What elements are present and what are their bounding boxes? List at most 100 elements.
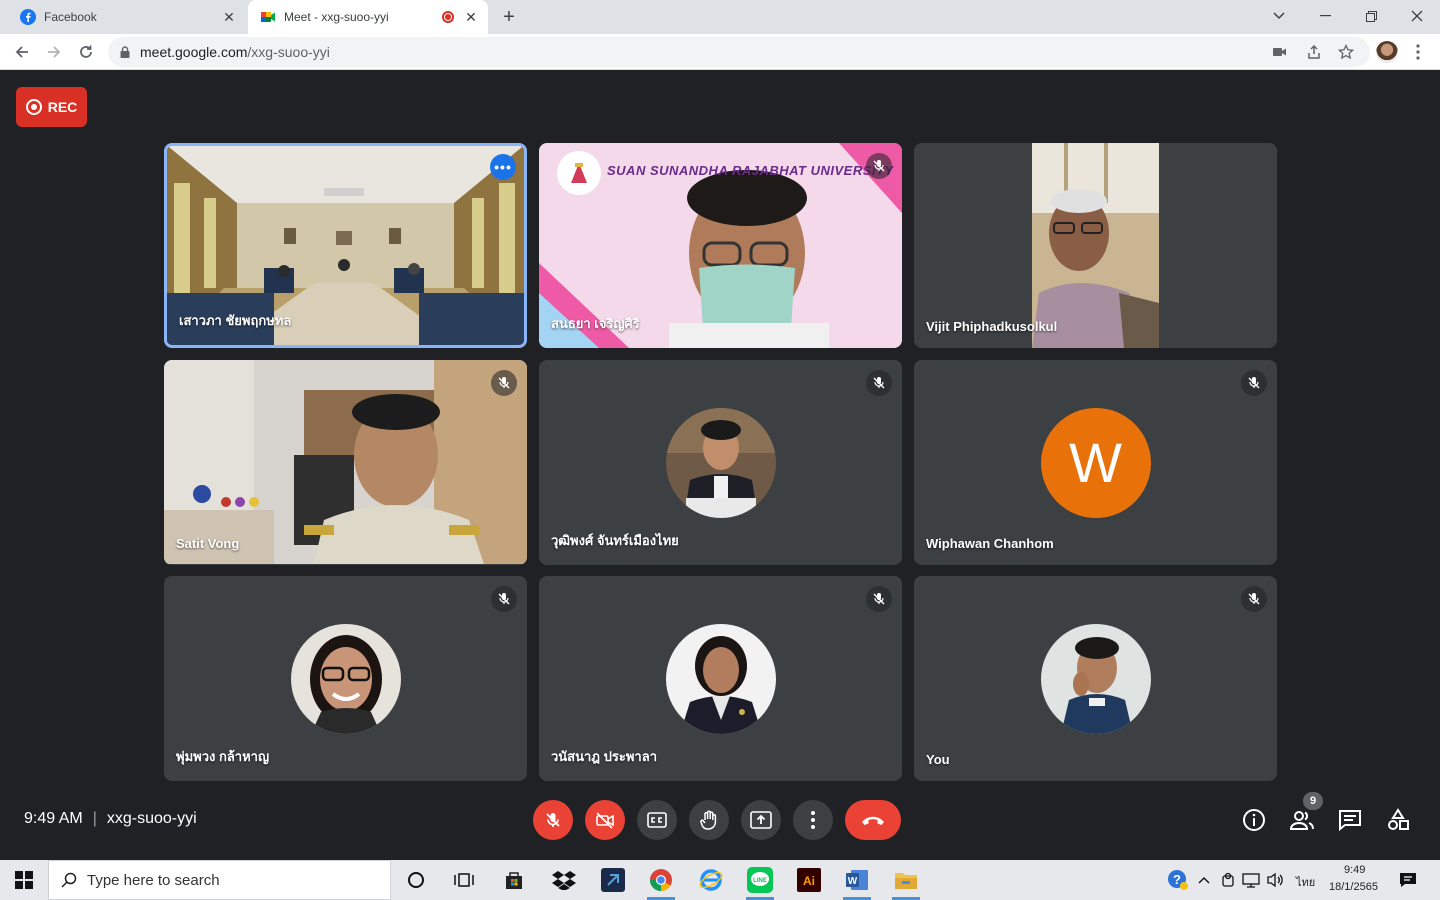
participant-tile-self[interactable]: You	[914, 576, 1277, 781]
browser-tab-strip: Facebook ✕ Meet - xxg-suoo-yyi ✕ +	[0, 0, 1440, 34]
dropbox-icon[interactable]	[548, 864, 580, 896]
new-tab-button[interactable]: +	[498, 6, 520, 28]
participant-name: Wiphawan Chanhom	[926, 536, 1054, 551]
file-explorer-icon[interactable]	[890, 864, 922, 900]
clock-date[interactable]: 18/1/2565	[1329, 881, 1378, 893]
browser-toolbar: meet.google.com/xxg-suoo-yyi	[0, 34, 1440, 70]
microphone-toggle-button[interactable]	[533, 800, 573, 840]
windows-start-button[interactable]	[8, 864, 40, 896]
raise-hand-button[interactable]	[689, 800, 729, 840]
participant-tile[interactable]: พุ่มพวง กล้าหาญ	[164, 576, 527, 781]
taskbar-search-box[interactable]: Type here to search	[48, 860, 391, 900]
participant-name: You	[926, 752, 950, 767]
participant-name: Vijit Phiphadkusolkul	[926, 319, 1058, 334]
participant-name: พุ่มพวง กล้าหาญ	[176, 749, 270, 764]
chat-button[interactable]	[1335, 805, 1365, 835]
activities-button[interactable]	[1383, 805, 1413, 835]
restore-button[interactable]	[1348, 0, 1394, 32]
participant-tile[interactable]: วนัสนาฎ ประพาลา	[539, 576, 902, 781]
more-vert-icon	[811, 811, 815, 829]
participant-tile[interactable]: Vijit Phiphadkusolkul	[914, 143, 1277, 348]
profile-avatar[interactable]	[1376, 41, 1398, 63]
search-icon	[61, 872, 77, 888]
task-view-icon[interactable]	[448, 864, 480, 896]
muted-mic-icon	[866, 153, 892, 179]
participant-avatar	[665, 623, 776, 734]
illustrator-icon[interactable]: Ai	[793, 864, 825, 896]
internet-explorer-icon[interactable]	[695, 864, 727, 896]
reload-button[interactable]	[74, 40, 98, 64]
mic-off-icon	[546, 813, 560, 827]
search-placeholder: Type here to search	[87, 871, 220, 889]
more-options-button[interactable]	[793, 800, 833, 840]
cortana-icon[interactable]	[400, 864, 432, 896]
close-window-button[interactable]	[1394, 0, 1440, 32]
address-bar[interactable]: meet.google.com/xxg-suoo-yyi	[108, 37, 1370, 67]
record-icon	[25, 99, 42, 115]
meeting-time: 9:49 AM	[24, 810, 83, 827]
share-icon[interactable]	[1306, 44, 1322, 60]
close-tab-icon[interactable]: ✕	[220, 8, 238, 26]
url-host: meet.google.com	[140, 44, 248, 60]
tab-title: Facebook	[44, 10, 97, 24]
svg-text:LINE: LINE	[753, 878, 767, 884]
participant-video	[914, 143, 1277, 348]
tab-title: Meet - xxg-suoo-yyi	[284, 10, 389, 24]
bookmark-star-icon[interactable]	[1338, 44, 1354, 60]
muted-mic-icon	[1241, 370, 1267, 396]
more-options-button[interactable]: •••	[490, 154, 516, 180]
url-text: meet.google.com/xxg-suoo-yyi	[140, 44, 330, 60]
participant-tile[interactable]: W Wiphawan Chanhom	[914, 360, 1277, 565]
participant-tile[interactable]: วุฒิพงศ์ จันทร์เมืองไทย	[539, 360, 902, 565]
tab-meet[interactable]: Meet - xxg-suoo-yyi ✕	[248, 0, 488, 34]
leave-call-button[interactable]	[845, 800, 901, 840]
rec-label: REC	[47, 99, 78, 115]
back-button[interactable]	[10, 40, 34, 64]
muted-mic-icon	[866, 370, 892, 396]
divider: |	[92, 810, 97, 827]
svg-text:Ai: Ai	[803, 874, 815, 888]
shapes-icon	[1388, 808, 1409, 830]
self-avatar	[1040, 623, 1151, 734]
end-call-icon	[862, 816, 884, 825]
people-icon	[1289, 811, 1314, 830]
svg-text:?: ?	[1173, 872, 1181, 887]
captions-button[interactable]	[637, 800, 677, 840]
input-language-indicator[interactable]: ไทย	[1296, 873, 1315, 891]
close-tab-icon[interactable]: ✕	[462, 8, 480, 26]
windows-logo-icon	[15, 871, 33, 889]
forward-button[interactable]	[42, 40, 66, 64]
participant-tile[interactable]: Satit Vong	[164, 360, 527, 565]
muted-mic-icon	[491, 586, 517, 612]
app-icon-s[interactable]	[597, 864, 629, 896]
participant-name: เสาวภา ชัยพฤกษทล	[179, 313, 292, 328]
line-app-icon[interactable]: LINE	[744, 864, 776, 900]
muted-mic-icon	[866, 586, 892, 612]
participant-tile[interactable]: SUAN SUNANDHA RAJABHAT UNIVERSITY สนธยา …	[539, 143, 902, 348]
info-icon	[1243, 809, 1265, 831]
camera-toggle-button[interactable]	[585, 800, 625, 840]
meeting-details-button[interactable]	[1239, 805, 1269, 835]
store-icon[interactable]	[498, 864, 530, 896]
tab-facebook[interactable]: Facebook ✕	[8, 0, 246, 34]
chrome-icon[interactable]	[645, 864, 677, 900]
minimize-button[interactable]	[1302, 0, 1348, 32]
clock-time[interactable]: 9:49	[1344, 864, 1365, 876]
recording-badge[interactable]: REC	[16, 87, 87, 127]
chrome-menu-icon[interactable]	[1406, 40, 1430, 64]
participant-letter-avatar: W	[1040, 407, 1151, 518]
notifications-icon[interactable]	[1392, 864, 1424, 896]
participant-tile[interactable]: ••• เสาวภา ชัยพฤกษทล	[164, 143, 527, 348]
participant-name: วนัสนาฎ ประพาลา	[551, 749, 657, 764]
participant-name: สนธยา เจริญศิริ	[551, 316, 640, 331]
closed-captions-icon	[647, 812, 667, 828]
participant-video	[164, 360, 527, 564]
present-screen-icon	[750, 811, 772, 829]
camera-in-use-icon[interactable]	[1272, 46, 1288, 58]
volume-icon[interactable]	[1259, 864, 1291, 896]
word-icon[interactable]: W	[841, 864, 873, 900]
tab-search-icon[interactable]	[1256, 0, 1302, 32]
participant-count-badge: 9	[1303, 792, 1323, 810]
chat-icon	[1339, 810, 1361, 831]
present-screen-button[interactable]	[741, 800, 781, 840]
